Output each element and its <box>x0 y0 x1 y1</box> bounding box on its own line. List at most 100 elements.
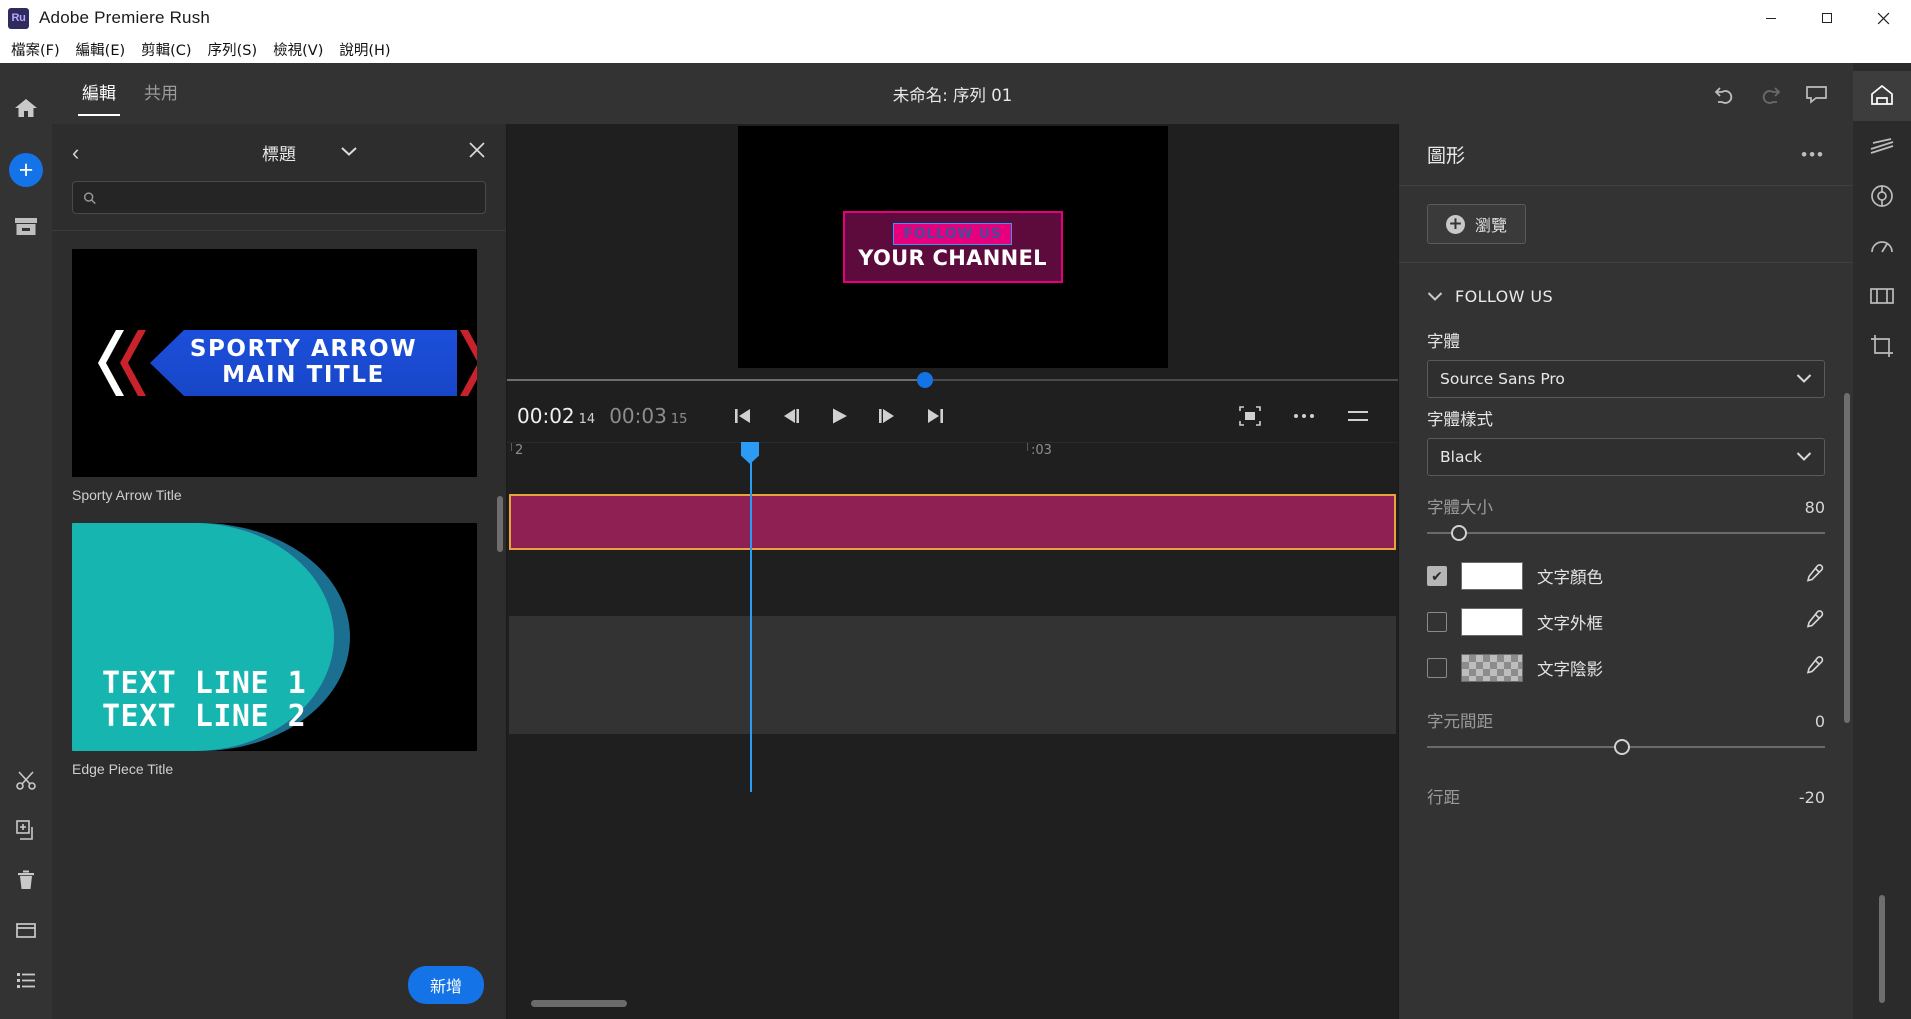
tracking-slider[interactable] <box>1427 736 1825 758</box>
teal-text-block: TEXT LINE 1 TEXT LINE 2 <box>102 668 306 733</box>
template-thumbnail[interactable]: TEXT LINE 1 TEXT LINE 2 <box>72 523 477 751</box>
close-icon[interactable] <box>1855 0 1911 36</box>
font-size-head: 字體大小 80 <box>1427 494 1825 518</box>
tracking-value: 0 <box>1815 712 1825 731</box>
font-size-knob[interactable] <box>1451 525 1467 541</box>
play-button[interactable] <box>821 398 857 434</box>
skip-to-start-button[interactable] <box>725 398 761 434</box>
undo-button[interactable] <box>1705 75 1743 113</box>
audio-tool-button[interactable] <box>1853 121 1911 171</box>
graphic-section-header[interactable]: FOLLOW US <box>1427 263 1825 320</box>
duplicate-tool-button[interactable] <box>0 805 52 855</box>
step-back-button[interactable] <box>773 398 809 434</box>
chevron-down-icon <box>1796 448 1812 466</box>
tracking-slider-row: 字元間距 0 <box>1427 708 1825 758</box>
export-tool-button[interactable] <box>0 905 52 955</box>
program-monitor[interactable]: FOLLOW US YOUR CHANNEL <box>738 126 1168 368</box>
crop-tool-button[interactable] <box>1853 321 1911 371</box>
timeline-horizontal-scrollbar[interactable] <box>531 1000 627 1007</box>
font-size-slider[interactable] <box>1427 522 1825 544</box>
right-rail-scrollbar[interactable] <box>1879 895 1885 1003</box>
monitor-and-timeline: FOLLOW US YOUR CHANNEL 00:0214 <box>507 124 1398 1019</box>
graphics-panel-scrollbar[interactable] <box>1844 393 1850 723</box>
text-stroke-swatch[interactable] <box>1461 608 1523 636</box>
font-label: 字體 <box>1427 328 1825 352</box>
scrubber-knob[interactable] <box>917 372 933 388</box>
delete-tool-button[interactable] <box>0 855 52 905</box>
maximize-icon[interactable] <box>1799 0 1855 36</box>
skip-to-end-button[interactable] <box>917 398 953 434</box>
eyedropper-icon[interactable] <box>1803 655 1825 682</box>
tab-edit[interactable]: 編輯 <box>68 63 130 124</box>
browse-graphics-button[interactable]: + 瀏覽 <box>1427 204 1526 244</box>
menu-help[interactable]: 說明(H) <box>332 36 397 63</box>
titles-panel-scrollbar[interactable] <box>497 496 503 552</box>
menu-edit[interactable]: 編輯(E) <box>69 36 132 63</box>
template-thumbnail[interactable]: SPORTY ARROW MAIN TITLE <box>72 249 477 477</box>
search-box[interactable] <box>72 181 486 214</box>
graphic-main-text[interactable]: YOUR CHANNEL <box>858 246 1047 270</box>
window-title-bar: Ru Adobe Premiere Rush <box>0 0 1911 36</box>
minimize-icon[interactable] <box>1743 0 1799 36</box>
title-graphic-overlay[interactable]: FOLLOW US YOUR CHANNEL <box>843 211 1063 283</box>
comments-button[interactable] <box>1797 75 1835 113</box>
chevron-down-icon[interactable] <box>340 144 358 162</box>
monitor-menu-button[interactable] <box>1340 398 1376 434</box>
list-item[interactable]: TEXT LINE 1 TEXT LINE 2 Edge Piece Title <box>72 523 486 793</box>
font-style-select[interactable]: Black <box>1427 438 1825 476</box>
font-select[interactable]: Source Sans Pro <box>1427 360 1825 398</box>
close-panel-icon[interactable] <box>468 141 486 164</box>
timeline-tracks[interactable] <box>507 476 1398 756</box>
current-timecode[interactable]: 00:0214 <box>517 404 595 428</box>
text-stroke-checkbox[interactable] <box>1427 612 1447 632</box>
transitions-tool-button[interactable] <box>1853 271 1911 321</box>
graphic-badge-text[interactable]: FOLLOW US <box>894 224 1012 244</box>
monitor-scrubber[interactable] <box>507 368 1398 390</box>
chevron-left-icon[interactable]: ‹ <box>72 142 96 164</box>
fit-frame-button[interactable] <box>1232 398 1268 434</box>
add-media-button[interactable]: + <box>0 138 52 202</box>
timeline-ruler[interactable]: 2 :03 <box>507 442 1398 476</box>
tracking-knob[interactable] <box>1614 739 1630 755</box>
eyedropper-icon[interactable] <box>1803 563 1825 590</box>
projects-button[interactable] <box>0 202 52 252</box>
add-title-button[interactable]: 新增 <box>408 966 484 1004</box>
text-shadow-swatch[interactable] <box>1461 654 1523 682</box>
transitions-icon <box>1869 285 1895 307</box>
cut-tool-button[interactable] <box>0 755 52 805</box>
text-color-checkbox[interactable]: ✔ <box>1427 566 1447 586</box>
playback-buttons <box>725 398 953 434</box>
timeline-empty-track[interactable] <box>509 616 1396 734</box>
speed-tool-button[interactable] <box>1853 221 1911 271</box>
search-input[interactable] <box>104 190 475 205</box>
menu-clip[interactable]: 剪輯(C) <box>134 36 198 63</box>
tab-share[interactable]: 共用 <box>130 63 192 124</box>
menu-file[interactable]: 檔案(F) <box>4 36 67 63</box>
redo-icon <box>1758 83 1783 105</box>
list-tool-button[interactable] <box>0 955 52 1005</box>
archive-box-icon <box>13 216 39 238</box>
playhead-line[interactable] <box>750 442 752 792</box>
font-size-label: 字體大小 <box>1427 494 1493 518</box>
eyedropper-icon[interactable] <box>1803 609 1825 636</box>
step-forward-button[interactable] <box>869 398 905 434</box>
titles-browser-panel: ‹ 標題 <box>52 124 507 1019</box>
graphics-properties-panel: 圖形 ••• + 瀏覽 FOLLOW US <box>1398 124 1853 1019</box>
color-tool-button[interactable] <box>1853 171 1911 221</box>
more-options-icon[interactable]: ••• <box>1801 145 1825 165</box>
timeline-clip-selected[interactable] <box>509 494 1396 550</box>
list-item[interactable]: SPORTY ARROW MAIN TITLE <box>72 249 486 519</box>
graphics-tool-button[interactable] <box>1853 71 1911 121</box>
menu-view[interactable]: 檢視(V) <box>266 36 330 63</box>
text-shadow-checkbox[interactable] <box>1427 658 1447 678</box>
timeline-panel[interactable]: 2 :03 <box>507 442 1398 1019</box>
menu-sequence[interactable]: 序列(S) <box>201 36 265 63</box>
titles-template-list[interactable]: SPORTY ARROW MAIN TITLE <box>52 231 506 951</box>
app-title: Adobe Premiere Rush <box>39 8 210 28</box>
redo-button[interactable] <box>1751 75 1789 113</box>
slider-track-bar <box>1427 532 1825 534</box>
more-options-button[interactable] <box>1286 398 1322 434</box>
graphics-properties-scroll[interactable]: FOLLOW US 字體 Source Sans Pro 字體樣式 Black <box>1399 263 1853 1019</box>
home-button[interactable] <box>0 77 52 138</box>
text-color-swatch[interactable] <box>1461 562 1523 590</box>
